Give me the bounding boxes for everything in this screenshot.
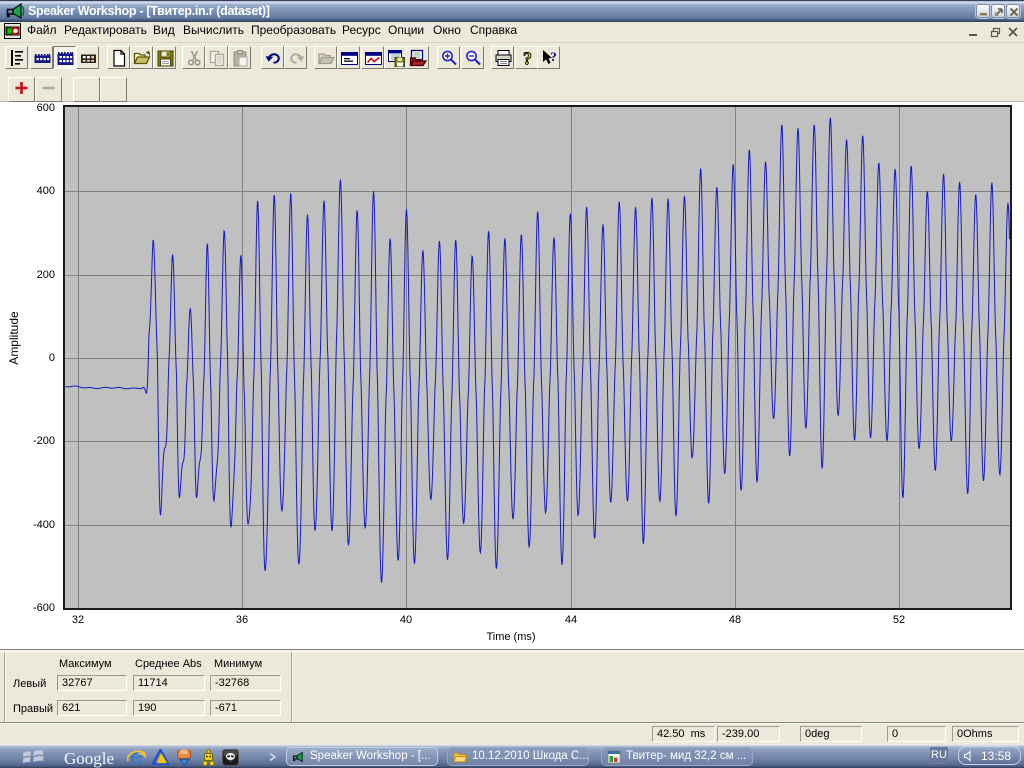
svg-text:?: ? — [523, 49, 532, 68]
svg-text:?: ? — [550, 49, 557, 64]
